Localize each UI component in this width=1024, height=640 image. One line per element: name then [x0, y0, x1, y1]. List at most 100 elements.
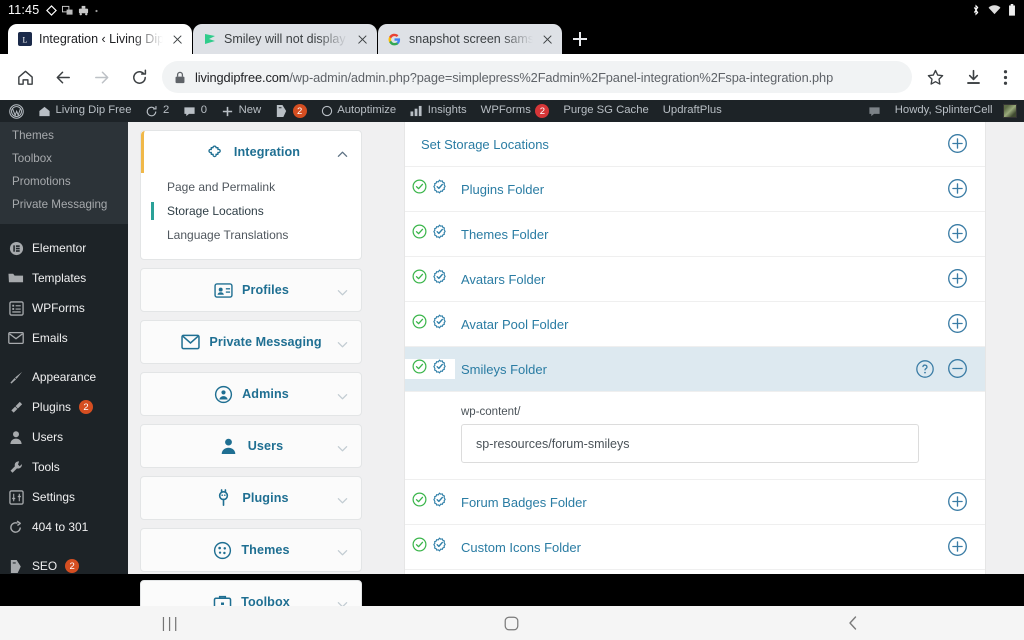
browser-tab[interactable]: Smiley will not display | C [193, 24, 377, 54]
sidebar-subitem-promotions[interactable]: Promotions [0, 170, 128, 193]
wp-admin-yoast[interactable]: 2 [268, 100, 314, 122]
recents-icon[interactable]: ||| [0, 615, 341, 632]
check-circle-icon [412, 492, 427, 512]
sidebar-item-appearance[interactable]: Appearance [0, 362, 128, 392]
wp-admin-autoptimize[interactable]: Autoptimize [314, 100, 404, 122]
sidebar-item-templates[interactable]: Templates [0, 263, 128, 293]
chevron-down-icon[interactable] [337, 493, 348, 504]
nav-card-integration-header[interactable]: Integration [141, 131, 361, 173]
sidebar-item-tools[interactable]: Tools [0, 452, 128, 482]
table-row[interactable]: Avatar Pool Folder [405, 302, 985, 347]
chevron-down-icon[interactable] [337, 389, 348, 400]
wp-sidebar: Themes Toolbox Promotions Private Messag… [0, 122, 128, 574]
close-icon[interactable] [355, 32, 370, 47]
url-bar[interactable]: livingdipfree.com/wp-admin/admin.php?pag… [162, 61, 912, 93]
sidebar-item-settings[interactable]: Settings [0, 482, 128, 512]
plug-icon [213, 488, 233, 508]
plus-circle-icon[interactable] [947, 268, 969, 290]
chevron-down-icon[interactable] [337, 337, 348, 348]
sidebar-item-plugins[interactable]: Plugins 2 [0, 392, 128, 422]
close-icon[interactable] [540, 32, 555, 47]
chevron-down-icon[interactable] [337, 285, 348, 296]
nav-card-plugins[interactable]: Plugins [140, 476, 362, 520]
sidebar-item-storage-locations[interactable]: Storage Locations [141, 199, 361, 223]
smileys-folder-path-input[interactable] [461, 424, 919, 463]
wp-admin-updates[interactable]: 2 [138, 100, 176, 122]
nav-card-private-messaging[interactable]: Private Messaging [140, 320, 362, 364]
gear-check-icon[interactable] [432, 269, 447, 289]
chevron-up-icon[interactable] [337, 147, 348, 158]
sidebar-item-users[interactable]: Users [0, 422, 128, 452]
plus-circle-icon[interactable] [947, 313, 969, 335]
nav-card-admins[interactable]: Admins [140, 372, 362, 416]
star-icon[interactable] [916, 58, 954, 96]
nav-card-users[interactable]: Users [140, 424, 362, 468]
wp-admin-comments[interactable]: 0 [176, 100, 214, 122]
chevron-down-icon[interactable] [337, 545, 348, 556]
wp-admin-purge-cache[interactable]: Purge SG Cache [556, 100, 655, 122]
sidebar-item-seo[interactable]: SEO 2 [0, 551, 128, 574]
table-row[interactable]: Plugins Folder [405, 167, 985, 212]
wp-admin-item-label: New [238, 104, 262, 117]
minus-circle-icon[interactable] [947, 358, 969, 380]
gear-check-icon[interactable] [432, 224, 447, 244]
table-row[interactable]: Themes Folder [405, 212, 985, 257]
check-circle-icon [412, 359, 427, 379]
new-tab-button[interactable] [563, 24, 597, 54]
plus-circle-icon[interactable] [947, 491, 969, 513]
gear-check-icon[interactable] [432, 179, 447, 199]
plus-circle-icon[interactable] [947, 133, 969, 155]
table-row[interactable]: Iconsets Folder [405, 570, 985, 574]
wp-admin-wpforms[interactable]: WPForms 2 [474, 100, 557, 122]
table-row[interactable]: Custom Icons Folder [405, 525, 985, 570]
question-circle-icon[interactable] [915, 359, 935, 379]
sidebar-subitem-themes[interactable]: Themes [0, 124, 128, 147]
table-row[interactable]: Forum Badges Folder [405, 480, 985, 525]
plus-circle-icon[interactable] [947, 536, 969, 558]
sidebar-item-language-translations[interactable]: Language Translations [141, 223, 361, 247]
wp-admin-updraftplus[interactable]: UpdraftPlus [656, 100, 729, 122]
sidebar-item-wpforms[interactable]: WPForms [0, 293, 128, 323]
gear-check-icon[interactable] [432, 359, 447, 379]
page-title: Set Storage Locations [421, 136, 549, 152]
gear-check-icon[interactable] [432, 314, 447, 334]
sidebar-item-label: Templates [32, 271, 87, 285]
sidebar-item-404-to-301[interactable]: 404 to 301 [0, 512, 128, 542]
home-icon[interactable] [6, 58, 44, 96]
download-icon[interactable] [954, 58, 992, 96]
gear-check-icon[interactable] [432, 492, 447, 512]
wp-admin-site-name[interactable]: Living Dip Free [31, 100, 138, 122]
browser-tab-title: Integration ‹ Living Dip Fre [39, 32, 163, 46]
nav-card-profiles[interactable]: Profiles [140, 268, 362, 312]
sidebar-item-elementor[interactable]: Elementor [0, 233, 128, 263]
plus-circle-icon[interactable] [947, 223, 969, 245]
screenshot-icon [62, 5, 73, 15]
wp-admin-new[interactable]: New [214, 100, 268, 122]
browser-tab[interactable]: snapshot screen samsung [378, 24, 562, 54]
back-chevron-icon[interactable] [683, 615, 1024, 631]
reload-icon[interactable] [120, 58, 158, 96]
url-path: /wp-admin/admin.php?page=simplepress%2Fa… [289, 69, 834, 85]
plus-circle-icon[interactable] [947, 178, 969, 200]
wp-admin-insights[interactable]: Insights [403, 100, 473, 122]
home-square-icon[interactable] [341, 616, 682, 631]
gear-check-icon[interactable] [432, 537, 447, 557]
sidebar-subitem-private-messaging[interactable]: Private Messaging [0, 193, 128, 216]
table-row-expanded[interactable]: Smileys Folder [405, 347, 985, 392]
chevron-down-icon[interactable] [337, 441, 348, 452]
close-icon[interactable] [170, 32, 185, 47]
account-greeting: Howdy, SplinterCell [894, 104, 993, 117]
sidebar-item-page-and-permalink[interactable]: Page and Permalink [141, 175, 361, 199]
nav-card-themes[interactable]: Themes [140, 528, 362, 572]
elementor-icon [8, 240, 24, 256]
three-dot-menu-icon[interactable] [992, 58, 1018, 96]
puzzle-piece-icon [205, 142, 225, 162]
table-row[interactable]: Avatars Folder [405, 257, 985, 302]
comment-bubble-icon[interactable] [861, 100, 888, 122]
wordpress-logo-icon[interactable] [2, 100, 31, 122]
sidebar-subitem-toolbox[interactable]: Toolbox [0, 147, 128, 170]
browser-tab[interactable]: L Integration ‹ Living Dip Fre [8, 24, 192, 54]
sidebar-item-emails[interactable]: Emails [0, 323, 128, 353]
wp-admin-account[interactable]: Howdy, SplinterCell [888, 100, 1024, 122]
back-arrow-icon[interactable] [44, 58, 82, 96]
